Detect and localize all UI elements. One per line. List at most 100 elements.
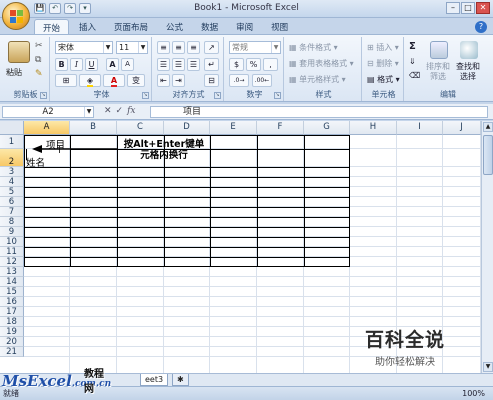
row-header-19[interactable]: 19: [0, 327, 24, 337]
cancel-entry-icon[interactable]: ✕: [104, 106, 112, 116]
office-button[interactable]: [2, 2, 30, 30]
column-header-e[interactable]: E: [210, 121, 257, 135]
row-header-6[interactable]: 6: [0, 197, 24, 207]
row-header-21[interactable]: 21: [0, 347, 24, 357]
borders-button[interactable]: ⊞: [55, 74, 77, 87]
scroll-up-icon[interactable]: ▲: [483, 122, 493, 132]
tab-home[interactable]: 开始: [34, 19, 70, 34]
bold-button[interactable]: B: [55, 58, 68, 71]
column-header-f[interactable]: F: [257, 121, 304, 135]
row-header-12[interactable]: 12: [0, 257, 24, 267]
row-header-5[interactable]: 5: [0, 187, 24, 197]
row-header-9[interactable]: 9: [0, 227, 24, 237]
name-box[interactable]: A2 ▼: [2, 106, 94, 118]
number-format-select[interactable]: 常规 ▼: [229, 41, 281, 54]
font-size-select[interactable]: 11 ▼: [116, 41, 148, 54]
row-header-3[interactable]: 3: [0, 167, 24, 177]
clear-icon[interactable]: ⌫: [409, 71, 420, 80]
tab-review[interactable]: 审阅: [228, 19, 261, 34]
increase-indent-button[interactable]: ⇥: [172, 74, 185, 87]
column-header-c[interactable]: C: [117, 121, 164, 135]
comma-button[interactable]: ,: [263, 58, 278, 71]
select-all-corner[interactable]: [0, 121, 24, 135]
align-right-button[interactable]: ☰: [187, 58, 200, 71]
align-center-button[interactable]: ☰: [172, 58, 185, 71]
row-header-13[interactable]: 13: [0, 267, 24, 277]
font-name-select[interactable]: 宋体 ▼: [55, 41, 113, 54]
sheet-tab-3[interactable]: eet3: [140, 374, 169, 386]
column-header-a[interactable]: A: [24, 121, 70, 135]
delete-cells-button[interactable]: ⊟ 删除 ▾: [367, 58, 399, 69]
close-button[interactable]: ✕: [476, 2, 490, 14]
row-header-2[interactable]: 2: [0, 149, 24, 167]
vertical-scrollbar[interactable]: ▲ ▼: [481, 121, 493, 373]
decrease-decimal-button[interactable]: .00←: [252, 74, 272, 87]
fill-icon[interactable]: ⇓: [409, 57, 416, 66]
shrink-font-button[interactable]: A: [121, 58, 134, 71]
align-middle-button[interactable]: ≡: [172, 41, 185, 54]
align-bottom-button[interactable]: ≡: [187, 41, 200, 54]
phonetic-button[interactable]: 变: [127, 74, 145, 87]
column-header-g[interactable]: G: [304, 121, 350, 135]
format-as-table-button[interactable]: ▦ 套用表格格式 ▾: [289, 58, 354, 69]
tab-insert[interactable]: 插入: [71, 19, 104, 34]
font-launcher-icon[interactable]: ↘: [142, 92, 149, 99]
column-header-h[interactable]: H: [350, 121, 397, 135]
minimize-button[interactable]: –: [446, 2, 460, 14]
tab-page-layout[interactable]: 页面布局: [106, 19, 156, 34]
formula-input[interactable]: 项目: [150, 106, 488, 118]
row-header-17[interactable]: 17: [0, 307, 24, 317]
cell-styles-button[interactable]: ▦ 单元格样式 ▾: [289, 74, 346, 85]
scroll-down-icon[interactable]: ▼: [483, 362, 493, 372]
number-launcher-icon[interactable]: ↘: [274, 92, 281, 99]
column-header-j[interactable]: J: [443, 121, 481, 135]
column-header-b[interactable]: B: [70, 121, 117, 135]
insert-function-icon[interactable]: fx: [127, 106, 135, 116]
maximize-button[interactable]: □: [461, 2, 475, 14]
currency-button[interactable]: $: [229, 58, 244, 71]
align-top-button[interactable]: ≡: [157, 41, 170, 54]
scroll-thumb[interactable]: [483, 135, 493, 175]
confirm-entry-icon[interactable]: ✓: [116, 106, 124, 116]
row-header-15[interactable]: 15: [0, 287, 24, 297]
column-header-d[interactable]: D: [164, 121, 210, 135]
tab-view[interactable]: 视图: [263, 19, 296, 34]
underline-button[interactable]: U: [85, 58, 98, 71]
increase-decimal-button[interactable]: .0→: [229, 74, 249, 87]
italic-button[interactable]: I: [70, 58, 83, 71]
wrap-text-button[interactable]: ↵: [204, 58, 219, 71]
row-header-16[interactable]: 16: [0, 297, 24, 307]
find-select-icon[interactable]: [460, 41, 478, 59]
row-header-11[interactable]: 11: [0, 247, 24, 257]
align-left-button[interactable]: ☰: [157, 58, 170, 71]
clipboard-launcher-icon[interactable]: ↘: [40, 92, 47, 99]
row-header-10[interactable]: 10: [0, 237, 24, 247]
grow-font-button[interactable]: A: [106, 58, 119, 71]
row-header-1[interactable]: 1: [0, 135, 24, 149]
decrease-indent-button[interactable]: ⇤: [157, 74, 170, 87]
alignment-launcher-icon[interactable]: ↘: [214, 92, 221, 99]
find-select-label-2[interactable]: 选择: [460, 71, 476, 82]
font-color-button[interactable]: A: [103, 74, 125, 87]
paste-icon[interactable]: [8, 41, 30, 63]
row-header-14[interactable]: 14: [0, 277, 24, 287]
insert-cells-button[interactable]: ⊞ 插入 ▾: [367, 42, 399, 53]
autosum-button[interactable]: Σ: [409, 41, 416, 52]
insert-sheet-icon[interactable]: ✱: [172, 374, 189, 386]
row-header-18[interactable]: 18: [0, 317, 24, 327]
tab-formulas[interactable]: 公式: [158, 19, 191, 34]
row-header-7[interactable]: 7: [0, 207, 24, 217]
row-header-8[interactable]: 8: [0, 217, 24, 227]
copy-icon[interactable]: ⧉: [35, 55, 41, 65]
conditional-formatting-button[interactable]: ▦ 条件格式 ▾: [289, 42, 338, 53]
help-icon[interactable]: ?: [475, 21, 487, 33]
row-header-4[interactable]: 4: [0, 177, 24, 187]
orientation-button[interactable]: ↗: [204, 41, 219, 54]
column-header-i[interactable]: I: [397, 121, 443, 135]
paste-label[interactable]: 粘贴: [6, 67, 22, 78]
cut-icon[interactable]: ✂: [35, 41, 43, 51]
zoom-level[interactable]: 100%: [462, 387, 485, 400]
sort-filter-icon[interactable]: [430, 41, 448, 59]
percent-button[interactable]: %: [246, 58, 261, 71]
tab-data[interactable]: 数据: [193, 19, 226, 34]
